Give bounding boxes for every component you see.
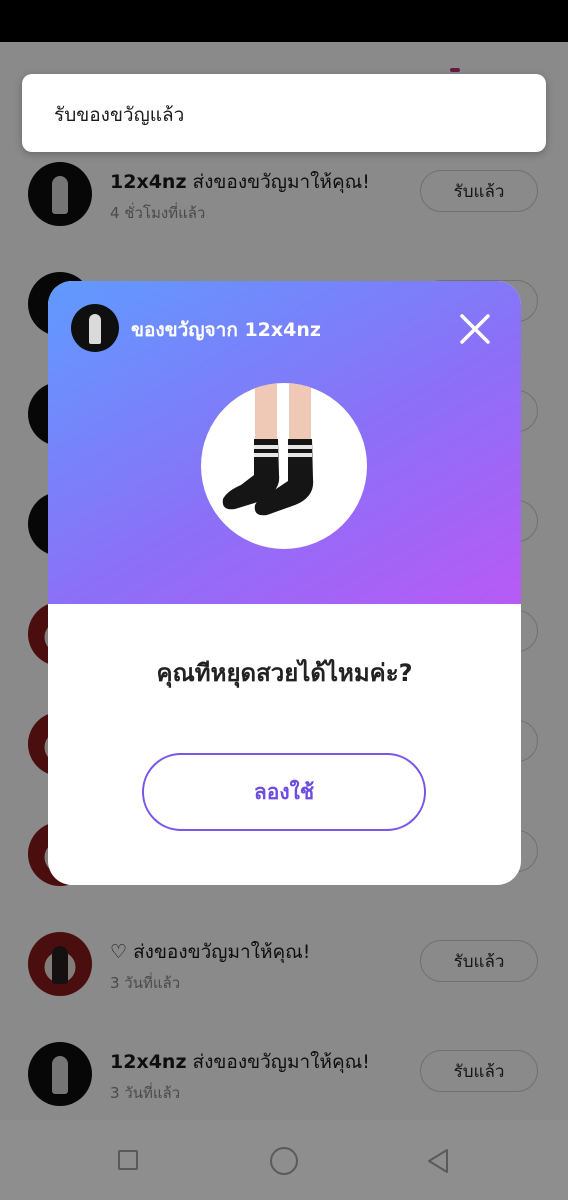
- sender-avatar: [71, 304, 119, 352]
- try-button[interactable]: ลองใช้: [142, 753, 426, 831]
- recent-apps-icon[interactable]: [118, 1150, 138, 1170]
- close-icon[interactable]: [451, 305, 499, 353]
- gift-modal-header: ของขวัญจาก 12x4nz: [48, 281, 521, 604]
- home-icon[interactable]: [270, 1147, 298, 1175]
- black-socks-icon: [222, 383, 314, 516]
- gift-image: [201, 383, 367, 549]
- toast-notification: รับของขวัญแล้ว: [22, 74, 546, 152]
- gift-question: คุณทีหยุดสวยได้ไหมค่ะ?: [156, 659, 413, 687]
- status-bar: [0, 0, 568, 42]
- toast-text: รับของขวัญแล้ว: [54, 104, 185, 126]
- gift-modal-title: ของขวัญจาก 12x4nz: [131, 319, 321, 341]
- back-icon[interactable]: [424, 1147, 452, 1175]
- gift-modal: ของขวัญจาก 12x4nz คุณทีหยุดสวยได้ไหมค่ะ?…: [48, 281, 521, 885]
